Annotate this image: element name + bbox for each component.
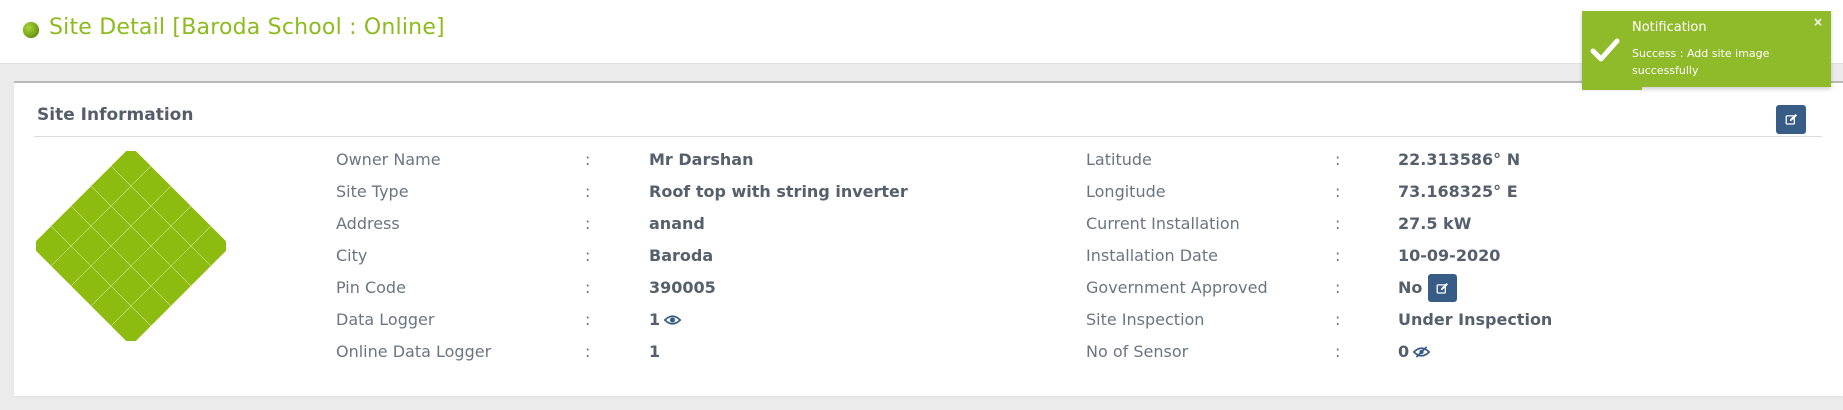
- field-value: No: [1398, 278, 1423, 297]
- field-value-container: 73.168325° E: [1398, 182, 1518, 202]
- field-value: 27.5 kW: [1398, 214, 1472, 233]
- page-header: Site Detail [Baroda School : Online]: [0, 0, 1843, 64]
- field-value-container: 27.5 kW: [1398, 214, 1471, 234]
- notification-tab: [1582, 87, 1642, 90]
- field-value-container: Mr Darshan: [649, 150, 753, 170]
- field-separator: :: [1335, 246, 1341, 265]
- field-separator: :: [585, 246, 591, 265]
- field-value: Baroda: [649, 246, 714, 265]
- field-value-container: 1: [649, 310, 682, 330]
- eye-icon[interactable]: [664, 313, 682, 327]
- field-value-container: 1: [649, 342, 660, 362]
- field-value-container: No: [1398, 274, 1458, 302]
- field-separator: :: [1335, 150, 1341, 169]
- field-value-container: Baroda: [649, 246, 713, 266]
- field-value-container: 22.313586° N: [1398, 150, 1520, 170]
- field-value: Under Inspection: [1398, 310, 1553, 329]
- notification-title: Notification: [1632, 20, 1707, 35]
- notification-close-button[interactable]: ×: [1813, 15, 1823, 29]
- field-label: Site Type: [336, 182, 409, 201]
- field-value: 73.168325° E: [1398, 182, 1518, 201]
- field-value-container: 390005: [649, 278, 716, 298]
- check-icon: [1590, 38, 1620, 62]
- field-value-container: 0: [1398, 342, 1431, 362]
- eye-slash-icon[interactable]: [1413, 345, 1431, 359]
- field-label: City: [336, 246, 368, 265]
- online-status-icon: [23, 22, 39, 38]
- edit-icon: [1785, 113, 1797, 125]
- field-separator: :: [585, 310, 591, 329]
- notification-message: Success : Add site image successfully: [1632, 47, 1770, 77]
- field-value-container: anand: [649, 214, 705, 234]
- field-value: 1: [649, 342, 661, 361]
- field-separator: :: [585, 182, 591, 201]
- edit-icon: [1436, 282, 1449, 294]
- field-separator: :: [1335, 182, 1341, 201]
- field-label: No of Sensor: [1086, 342, 1189, 361]
- field-value: Roof top with string inverter: [649, 182, 908, 201]
- field-label: Current Installation: [1086, 214, 1240, 233]
- field-separator: :: [1335, 342, 1341, 361]
- card-title: Site Information: [37, 105, 194, 125]
- edit-government-approval-button[interactable]: [1428, 274, 1458, 302]
- page-title: Site Detail [Baroda School : Online]: [49, 15, 445, 40]
- field-value: 1: [649, 310, 661, 329]
- field-separator: :: [585, 278, 591, 297]
- field-separator: :: [585, 342, 591, 361]
- field-separator: :: [1335, 214, 1341, 233]
- field-label: Data Logger: [336, 310, 435, 329]
- field-label: Online Data Logger: [336, 342, 492, 361]
- notification-toast: Notification Success : Add site image su…: [1582, 11, 1831, 87]
- site-logo-image: [36, 151, 226, 341]
- field-separator: :: [585, 214, 591, 233]
- field-value: 10-09-2020: [1398, 246, 1501, 265]
- field-label: Longitude: [1086, 182, 1166, 201]
- edit-site-button[interactable]: [1776, 105, 1806, 134]
- field-value-container: Under Inspection: [1398, 310, 1552, 330]
- field-label: Government Approved: [1086, 278, 1268, 297]
- field-value: 22.313586° N: [1398, 150, 1521, 169]
- field-separator: :: [1335, 310, 1341, 329]
- field-label: Owner Name: [336, 150, 441, 169]
- field-label: Address: [336, 214, 400, 233]
- field-value: 390005: [649, 278, 716, 297]
- field-value-container: Roof top with string inverter: [649, 182, 908, 202]
- field-value: Mr Darshan: [649, 150, 754, 169]
- field-value: 0: [1398, 342, 1410, 361]
- site-information-card: Site Information Owner Name: Mr Darshan Si…: [14, 81, 1843, 396]
- field-separator: :: [585, 150, 591, 169]
- card-divider: [34, 136, 1822, 137]
- field-label: Latitude: [1086, 150, 1152, 169]
- field-value-container: 10-09-2020: [1398, 246, 1500, 266]
- field-label: Installation Date: [1086, 246, 1218, 265]
- field-separator: :: [1335, 278, 1341, 297]
- field-label: Site Inspection: [1086, 310, 1205, 329]
- field-label: Pin Code: [336, 278, 406, 297]
- field-value: anand: [649, 214, 705, 233]
